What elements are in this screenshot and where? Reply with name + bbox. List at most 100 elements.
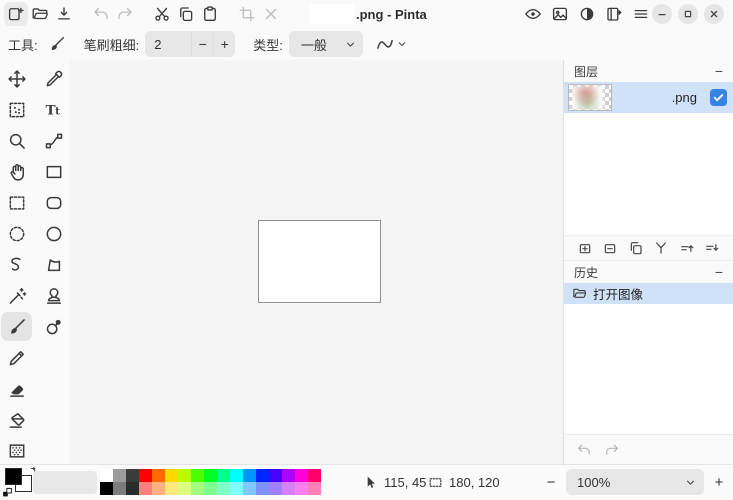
duplicate-layer-icon[interactable] bbox=[628, 240, 644, 256]
palette-swatch[interactable] bbox=[230, 469, 243, 482]
tool-rectangle-select[interactable] bbox=[1, 188, 32, 217]
palette-swatch[interactable] bbox=[165, 482, 178, 495]
tool-pencil[interactable] bbox=[1, 343, 32, 372]
layer-row[interactable]: .png bbox=[564, 82, 733, 113]
palette-swatch[interactable] bbox=[217, 482, 230, 495]
zoom-level-dropdown[interactable]: 100% bbox=[566, 469, 704, 495]
maximize-button[interactable] bbox=[678, 4, 698, 24]
open-folder-icon[interactable] bbox=[28, 2, 52, 26]
new-image-icon[interactable] bbox=[4, 2, 28, 26]
layer-visible-checkbox[interactable] bbox=[710, 89, 727, 106]
palette-swatch[interactable] bbox=[100, 482, 113, 495]
raise-layer-icon[interactable] bbox=[679, 240, 695, 256]
palette-swatch[interactable] bbox=[269, 482, 282, 495]
history-item[interactable]: 打开图像 bbox=[564, 283, 733, 304]
undo-icon[interactable] bbox=[576, 442, 592, 458]
palette-swatch[interactable] bbox=[204, 482, 217, 495]
tool-move-selection[interactable] bbox=[1, 64, 32, 93]
palette-swatch[interactable] bbox=[269, 469, 282, 482]
history-collapse-button[interactable]: − bbox=[715, 265, 723, 279]
cut-icon[interactable] bbox=[150, 2, 174, 26]
palette-swatch[interactable] bbox=[295, 482, 308, 495]
tool-recolor[interactable] bbox=[38, 312, 69, 341]
tool-line-curve[interactable] bbox=[38, 126, 69, 155]
delete-layer-icon[interactable] bbox=[602, 240, 618, 256]
zoom-out-button[interactable]: − bbox=[543, 465, 559, 500]
palette-swatch[interactable] bbox=[139, 469, 152, 482]
redo-icon[interactable] bbox=[604, 442, 620, 458]
tool-gradient[interactable] bbox=[1, 436, 32, 465]
tool-color-picker[interactable] bbox=[38, 64, 69, 93]
paste-icon[interactable] bbox=[198, 2, 222, 26]
palette-swatch[interactable] bbox=[282, 469, 295, 482]
main-menu-icon[interactable] bbox=[629, 2, 653, 26]
tool-lasso-select[interactable] bbox=[1, 250, 32, 279]
palette-swatch[interactable] bbox=[126, 482, 139, 495]
undo-icon[interactable] bbox=[89, 2, 113, 26]
palette-swatch[interactable] bbox=[243, 469, 256, 482]
adjustments-icon[interactable] bbox=[575, 2, 599, 26]
stroke-style-dropdown[interactable] bbox=[375, 34, 408, 54]
tool-clone-stamp[interactable] bbox=[38, 281, 69, 310]
palette-swatch[interactable] bbox=[113, 482, 126, 495]
lower-layer-icon[interactable] bbox=[704, 240, 720, 256]
palette-swatch[interactable] bbox=[191, 482, 204, 495]
canvas[interactable] bbox=[258, 220, 381, 303]
eye-icon[interactable] bbox=[521, 2, 545, 26]
palette-swatch[interactable] bbox=[165, 469, 178, 482]
minimize-button[interactable] bbox=[652, 4, 672, 24]
palette-swatch[interactable] bbox=[126, 469, 139, 482]
palette-swatch[interactable] bbox=[178, 469, 191, 482]
palette-swatch[interactable] bbox=[139, 482, 152, 495]
tool-rounded-rectangle[interactable] bbox=[38, 188, 69, 217]
palette-swatch[interactable] bbox=[243, 482, 256, 495]
palette-swatch[interactable] bbox=[295, 469, 308, 482]
palette-swatch[interactable] bbox=[100, 469, 113, 482]
palette-swatch[interactable] bbox=[152, 482, 165, 495]
palette-swatch[interactable] bbox=[178, 482, 191, 495]
tool-eraser[interactable] bbox=[1, 374, 32, 403]
redo-icon[interactable] bbox=[113, 2, 137, 26]
palette-swatch[interactable] bbox=[191, 469, 204, 482]
palette-swatch[interactable] bbox=[204, 469, 217, 482]
tool-text[interactable]: Tt bbox=[38, 95, 69, 124]
right-panel: 图层 − .png 历史 − 打开图像 bbox=[563, 60, 733, 464]
palette-swatch[interactable] bbox=[256, 482, 269, 495]
brush-width-decrease-button[interactable]: − bbox=[191, 31, 213, 57]
save-icon[interactable] bbox=[52, 2, 76, 26]
layers-collapse-button[interactable]: − bbox=[715, 64, 723, 78]
palette-swatch[interactable] bbox=[308, 482, 321, 495]
palette-swatch[interactable] bbox=[282, 482, 295, 495]
addins-icon[interactable] bbox=[602, 2, 626, 26]
image-icon[interactable] bbox=[548, 2, 572, 26]
tool-paint-bucket[interactable] bbox=[1, 405, 32, 434]
palette-swatch[interactable] bbox=[308, 469, 321, 482]
tool-freeform-shape[interactable] bbox=[38, 250, 69, 279]
palette-swatch[interactable] bbox=[113, 469, 126, 482]
palette-swatch[interactable] bbox=[256, 469, 269, 482]
tool-rectangle[interactable] bbox=[38, 157, 69, 186]
palette-swatch[interactable] bbox=[217, 469, 230, 482]
tool-zoom[interactable] bbox=[1, 126, 32, 155]
deselect-icon[interactable] bbox=[259, 2, 283, 26]
add-layer-icon[interactable] bbox=[577, 240, 593, 256]
brush-width-increase-button[interactable]: + bbox=[213, 31, 235, 57]
tool-ellipse-select[interactable] bbox=[1, 219, 32, 248]
reset-colors-icon[interactable] bbox=[2, 487, 13, 498]
palette-swatch[interactable] bbox=[230, 482, 243, 495]
paintbrush-icon[interactable] bbox=[46, 33, 68, 55]
tool-select-by-color[interactable] bbox=[1, 95, 32, 124]
tool-magic-wand[interactable] bbox=[1, 281, 32, 310]
merge-layer-down-icon[interactable] bbox=[653, 240, 669, 256]
crop-to-selection-icon[interactable] bbox=[235, 2, 259, 26]
brush-type-dropdown[interactable]: 一般 bbox=[289, 31, 363, 57]
tool-paintbrush[interactable] bbox=[1, 312, 32, 341]
copy-icon[interactable] bbox=[174, 2, 198, 26]
close-button[interactable] bbox=[704, 4, 724, 24]
tool-pan[interactable] bbox=[1, 157, 32, 186]
zoom-in-button[interactable]: + bbox=[711, 465, 727, 500]
palette-swatch[interactable] bbox=[152, 469, 165, 482]
tool-ellipse[interactable] bbox=[38, 219, 69, 248]
brush-width-value[interactable]: 2 bbox=[145, 31, 191, 57]
primary-color-swatch[interactable] bbox=[5, 468, 22, 485]
